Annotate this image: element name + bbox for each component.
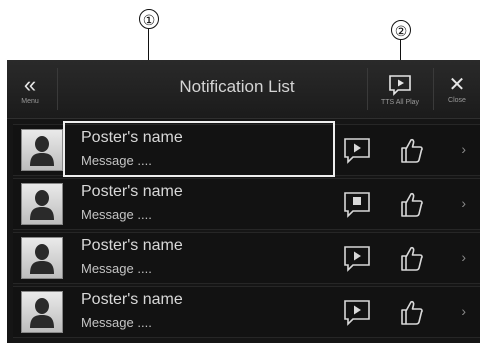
thumbs-up-icon	[401, 246, 423, 271]
tts-all-play-button[interactable]: TTS All Play	[369, 60, 431, 118]
callout-1: ①	[139, 9, 159, 29]
person-icon	[30, 190, 54, 220]
like-button[interactable]	[393, 187, 429, 221]
chevron-right-icon: ›	[461, 249, 466, 265]
close-button[interactable]: ✕ Close	[435, 60, 479, 118]
divider	[367, 68, 368, 110]
thumbs-up-icon	[401, 192, 423, 217]
chevron-right-icon: ›	[461, 141, 466, 157]
close-icon: ✕	[448, 73, 466, 96]
notification-item-2[interactable]: Poster's name Message .... ›	[13, 178, 480, 230]
avatar	[21, 291, 63, 333]
person-icon	[30, 244, 54, 274]
message-preview: Message ....	[81, 315, 152, 330]
speech-play-icon	[344, 300, 370, 326]
tts-stop-button[interactable]	[339, 187, 375, 221]
double-chevron-left-icon: «	[23, 71, 37, 97]
page-title: Notification List	[179, 77, 295, 96]
divider	[57, 68, 58, 110]
poster-name: Poster's name	[81, 183, 183, 200]
close-label: Close	[448, 96, 466, 104]
thumbs-up-icon	[401, 300, 423, 325]
header-bar: « Menu Notification List TTS All Play ✕ …	[7, 60, 480, 119]
speech-play-icon	[344, 138, 370, 164]
like-button[interactable]	[393, 295, 429, 329]
person-icon	[30, 298, 54, 328]
person-icon	[30, 136, 54, 166]
message-preview: Message ....	[81, 261, 152, 276]
thumbs-up-icon	[401, 138, 423, 163]
notification-item-3[interactable]: Poster's name Message .... ›	[13, 232, 480, 284]
notification-item-4[interactable]: Poster's name Message .... ›	[13, 286, 480, 338]
avatar	[21, 129, 63, 171]
divider	[433, 68, 434, 110]
tts-play-button[interactable]	[339, 133, 375, 167]
speech-play-icon	[344, 246, 370, 272]
notification-screen: « Menu Notification List TTS All Play ✕ …	[7, 60, 480, 343]
like-button[interactable]	[393, 133, 429, 167]
poster-name: Poster's name	[81, 291, 183, 308]
poster-name: Poster's name	[81, 237, 183, 254]
tts-play-button[interactable]	[339, 295, 375, 329]
message-preview: Message ....	[81, 207, 152, 222]
like-button[interactable]	[393, 241, 429, 275]
speech-play-icon	[389, 74, 411, 96]
chevron-right-icon: ›	[461, 195, 466, 211]
avatar	[21, 183, 63, 225]
menu-label: Menu	[21, 97, 39, 105]
highlight-frame	[63, 121, 335, 177]
avatar	[21, 237, 63, 279]
menu-button[interactable]: « Menu	[7, 60, 53, 118]
tts-play-button[interactable]	[339, 241, 375, 275]
tts-all-play-label: TTS All Play	[380, 98, 420, 106]
chevron-right-icon: ›	[461, 303, 466, 319]
speech-stop-icon	[344, 192, 370, 218]
callout-2: ②	[391, 20, 411, 40]
